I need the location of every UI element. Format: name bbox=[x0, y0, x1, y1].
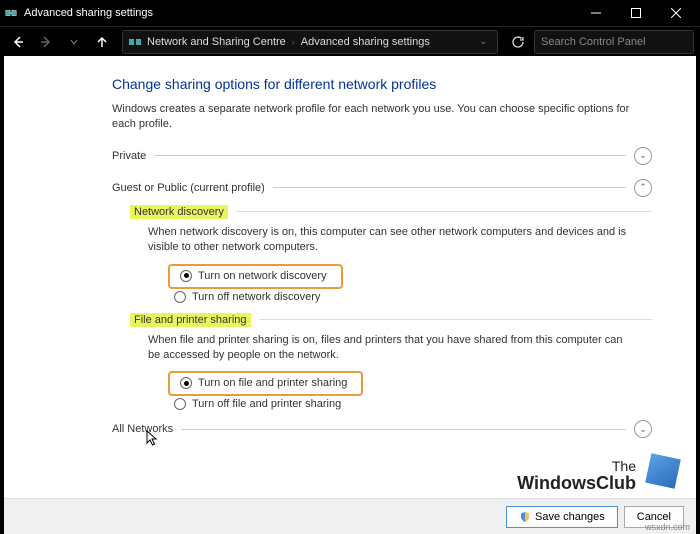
section-guest-public[interactable]: Guest or Public (current profile) ⌃ bbox=[112, 179, 672, 197]
window-title: Advanced sharing settings bbox=[24, 7, 576, 19]
chevron-down-icon[interactable]: ⌄ bbox=[634, 147, 652, 165]
group-description: When file and printer sharing is on, fil… bbox=[148, 333, 632, 364]
save-changes-button[interactable]: Save changes bbox=[506, 506, 618, 528]
title-bar: Advanced sharing settings bbox=[0, 0, 700, 26]
radio-group-discovery: Turn on network discovery Turn off netwo… bbox=[168, 264, 672, 305]
chevron-up-icon[interactable]: ⌃ bbox=[634, 179, 652, 197]
logo-square bbox=[645, 453, 681, 489]
search-placeholder: Search Control Panel bbox=[541, 36, 646, 48]
watermark: The WindowsClub bbox=[517, 456, 636, 492]
chevron-down-icon[interactable]: ⌄ bbox=[473, 36, 493, 47]
recent-dropdown[interactable] bbox=[62, 30, 86, 54]
group-description: When network discovery is on, this compu… bbox=[148, 225, 632, 256]
radio-icon bbox=[174, 398, 186, 410]
up-button[interactable] bbox=[90, 30, 114, 54]
chevron-down-icon[interactable]: ⌄ bbox=[634, 420, 652, 438]
radio-discovery-off[interactable]: Turn off network discovery bbox=[168, 289, 672, 305]
back-button[interactable] bbox=[6, 30, 30, 54]
search-input[interactable]: Search Control Panel bbox=[534, 30, 694, 54]
radio-icon bbox=[180, 377, 192, 389]
radio-group-sharing: Turn on file and printer sharing Turn of… bbox=[168, 371, 672, 412]
section-all-networks[interactable]: All Networks ⌄ bbox=[112, 420, 672, 438]
section-label: All Networks bbox=[112, 423, 173, 435]
window-controls bbox=[576, 0, 696, 26]
footer-bar: Save changes Cancel bbox=[4, 498, 696, 534]
breadcrumb-item[interactable]: Network and Sharing Centre bbox=[147, 36, 286, 48]
app-icon bbox=[4, 6, 18, 20]
network-icon bbox=[127, 34, 143, 50]
radio-sharing-on[interactable]: Turn on file and printer sharing bbox=[174, 375, 353, 391]
maximize-button[interactable] bbox=[616, 0, 656, 26]
url-watermark: wsxdn.com bbox=[645, 522, 690, 532]
nav-bar: Network and Sharing Centre › Advanced sh… bbox=[0, 26, 700, 56]
highlight-box: Turn on file and printer sharing bbox=[168, 371, 363, 396]
radio-sharing-off[interactable]: Turn off file and printer sharing bbox=[168, 396, 672, 412]
cursor-icon bbox=[146, 430, 160, 448]
forward-button[interactable] bbox=[34, 30, 58, 54]
radio-icon bbox=[174, 291, 186, 303]
section-label: Guest or Public (current profile) bbox=[112, 182, 265, 194]
close-button[interactable] bbox=[656, 0, 696, 26]
section-private[interactable]: Private ⌄ bbox=[112, 147, 672, 165]
group-network-discovery: Network discovery bbox=[130, 205, 228, 219]
group-file-printer-sharing: File and printer sharing bbox=[130, 313, 251, 327]
refresh-button[interactable] bbox=[506, 30, 530, 54]
highlight-box: Turn on network discovery bbox=[168, 264, 343, 289]
content-area: Change sharing options for different net… bbox=[4, 56, 696, 534]
page-title: Change sharing options for different net… bbox=[112, 76, 672, 92]
shield-icon bbox=[519, 511, 531, 523]
breadcrumb-item[interactable]: Advanced sharing settings bbox=[301, 36, 430, 48]
breadcrumb[interactable]: Network and Sharing Centre › Advanced sh… bbox=[122, 30, 498, 54]
chevron-right-icon: › bbox=[292, 37, 295, 47]
radio-icon bbox=[180, 270, 192, 282]
minimize-button[interactable] bbox=[576, 0, 616, 26]
section-label: Private bbox=[112, 150, 146, 162]
page-description: Windows creates a separate network profi… bbox=[112, 102, 632, 133]
radio-discovery-on[interactable]: Turn on network discovery bbox=[174, 268, 333, 284]
